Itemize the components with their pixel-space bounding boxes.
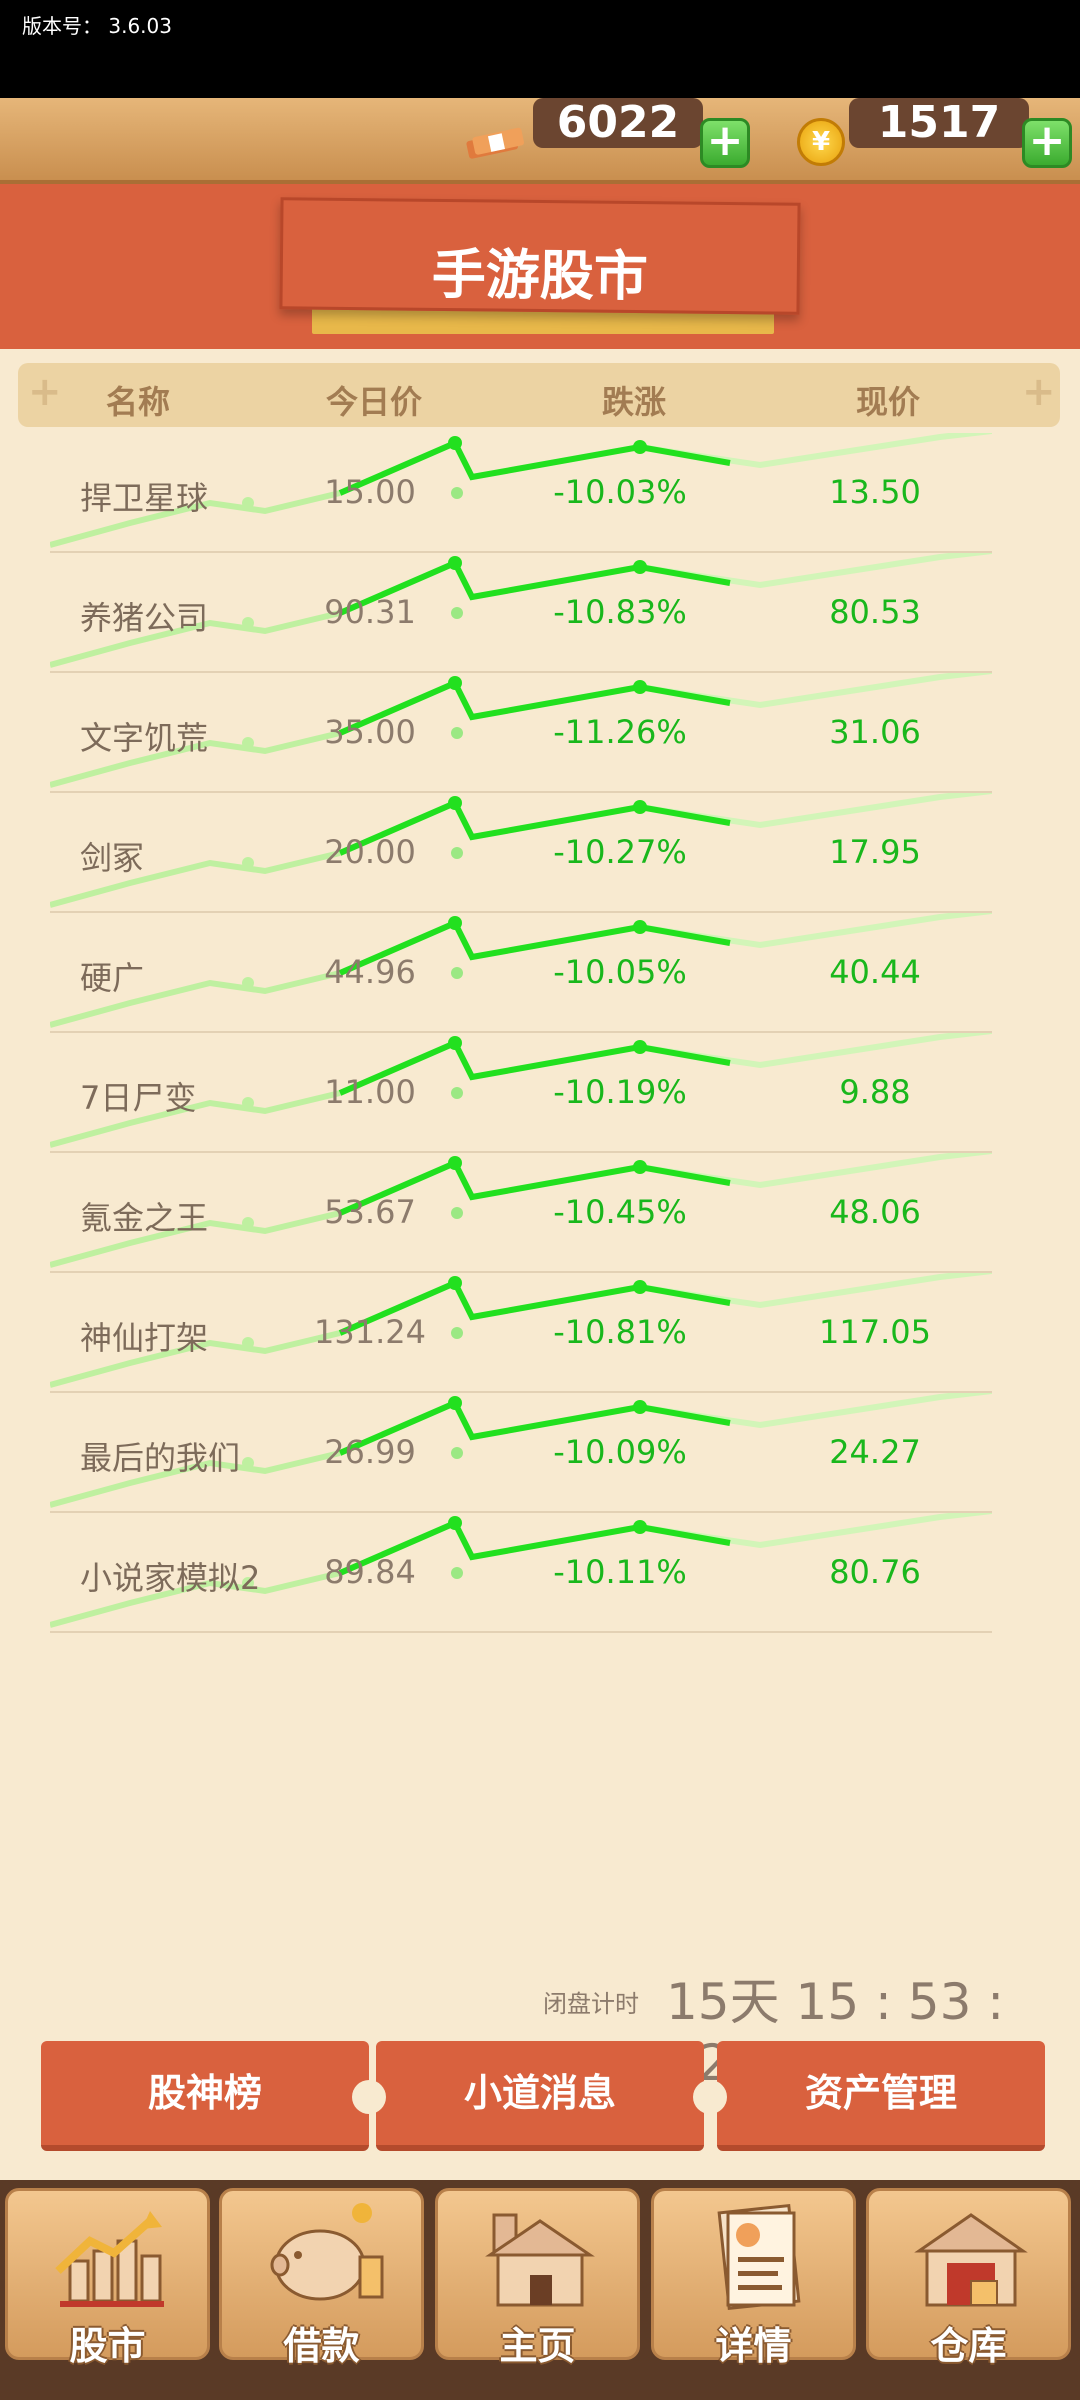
stock-change: -10.81% [553, 1313, 687, 1351]
stock-change: -10.05% [553, 953, 687, 991]
stock-name: 氪金之王 [80, 1199, 209, 1237]
piggy-bank-icon [270, 2203, 384, 2301]
header-name: 名称 [106, 383, 171, 421]
add-coins-button[interactable]: + [1022, 118, 1072, 168]
nav-tab-detail[interactable]: 详情 [651, 2188, 856, 2368]
asset-management-button[interactable]: 资产管理 [717, 2041, 1045, 2151]
stock-change: -10.27% [553, 833, 687, 871]
stock-today-price: 131.24 [314, 1313, 426, 1351]
stock-change: -10.45% [553, 1193, 687, 1231]
stock-current-price: 9.88 [839, 1073, 911, 1111]
cash-stack-icon [466, 127, 524, 159]
coin-icon: ¥ [797, 118, 845, 166]
stock-name: 养猪公司 [80, 599, 209, 637]
stock-change: -11.26% [553, 713, 687, 751]
nav-label-warehouse: 仓库 [930, 2324, 1007, 2368]
stock-today-price: 44.96 [324, 953, 416, 991]
stock-name: 神仙打架 [80, 1319, 209, 1357]
stock-name: 7日尸变 [80, 1079, 197, 1117]
stock-current-price: 31.06 [829, 713, 921, 751]
stock-today-price: 89.84 [324, 1553, 416, 1591]
stock-current-price: 40.44 [829, 953, 921, 991]
stock-row[interactable]: 硬广 44.96 -10.05% 40.44 [50, 913, 992, 1033]
nav-label-loan: 借款 [283, 2324, 360, 2368]
bottom-nav: 股市 借款 主页 详情 仓库 [0, 2180, 1080, 2400]
header-change: 跌涨 [602, 383, 667, 421]
stock-current-price: 80.53 [829, 593, 921, 631]
stock-change: -10.11% [553, 1553, 687, 1591]
currency-bar: 6022 + ¥ 1517 + [0, 98, 1080, 184]
stock-row[interactable]: 7日尸变 11.00 -10.19% 9.88 [50, 1033, 992, 1153]
title-board: 手游股市 [279, 197, 801, 315]
add-cash-button[interactable]: + [700, 118, 750, 168]
cash-amount: 6022 [533, 98, 703, 148]
stock-name: 小说家模拟2 [80, 1559, 261, 1597]
stock-row[interactable]: 养猪公司 90.31 -10.83% 80.53 [50, 553, 992, 673]
version-label: 版本号： 3.6.03 [22, 14, 172, 38]
home-icon [485, 2213, 595, 2307]
nav-label-detail: 详情 [715, 2324, 792, 2368]
stock-name: 文字饥荒 [80, 719, 209, 757]
nav-tab-home[interactable]: 主页 [435, 2188, 640, 2368]
stock-row[interactable]: 捍卫星球 15.00 -10.03% 13.50 [50, 433, 992, 553]
stock-today-price: 11.00 [324, 1073, 416, 1111]
stock-row[interactable]: 氪金之王 53.67 -10.45% 48.06 [50, 1153, 992, 1273]
plus-deco-icon: + [1022, 369, 1056, 415]
stock-change: -10.83% [553, 593, 687, 631]
title-banner: 手游股市 [0, 184, 1080, 349]
stock-row[interactable]: 最后的我们 26.99 -10.09% 24.27 [50, 1393, 992, 1513]
coin-amount: 1517 [849, 98, 1029, 148]
stock-today-price: 53.67 [324, 1193, 416, 1231]
stock-current-price: 13.50 [829, 473, 921, 511]
stock-table-header: + 名称 今日价 跌涨 现价 + [18, 363, 1060, 427]
stock-current-price: 48.06 [829, 1193, 921, 1231]
nav-tab-loan[interactable]: 借款 [219, 2188, 424, 2368]
header-current-price: 现价 [856, 383, 921, 421]
stock-current-price: 17.95 [829, 833, 921, 871]
stock-today-price: 20.00 [324, 833, 416, 871]
close-timer-label: 闭盘计时 [543, 1990, 639, 2018]
stock-today-price: 90.31 [324, 593, 416, 631]
stock-name: 最后的我们 [80, 1439, 241, 1477]
stock-name: 剑冢 [80, 839, 145, 877]
nav-tab-stock[interactable]: 股市 [5, 2188, 210, 2368]
news-button[interactable]: 小道消息 [376, 2041, 704, 2151]
button-connector [693, 2080, 727, 2114]
leaderboard-button[interactable]: 股神榜 [41, 2041, 369, 2151]
stock-row[interactable]: 剑冢 20.00 -10.27% 17.95 [50, 793, 992, 913]
stock-row[interactable]: 神仙打架 131.24 -10.81% 117.05 [50, 1273, 992, 1393]
nav-tab-warehouse[interactable]: 仓库 [866, 2188, 1071, 2368]
status-bar: 版本号： 3.6.03 [0, 0, 1080, 98]
stock-name: 捍卫星球 [80, 479, 209, 517]
stock-name: 硬广 [80, 959, 145, 997]
button-connector [352, 2080, 386, 2114]
page-title: 手游股市 [431, 242, 649, 309]
plus-deco-icon: + [28, 369, 62, 415]
stock-current-price: 117.05 [819, 1313, 931, 1351]
stock-current-price: 80.76 [829, 1553, 921, 1591]
nav-label-home: 主页 [499, 2324, 576, 2368]
nav-label-stock: 股市 [69, 2324, 146, 2368]
stock-change: -10.09% [553, 1433, 687, 1471]
stock-today-price: 35.00 [324, 713, 416, 751]
resume-document-icon [717, 2203, 801, 2311]
stock-change: -10.19% [553, 1073, 687, 1111]
stock-current-price: 24.27 [829, 1433, 921, 1471]
stock-today-price: 26.99 [324, 1433, 416, 1471]
header-today-price: 今日价 [326, 383, 423, 421]
stock-change: -10.03% [553, 473, 687, 511]
stock-row[interactable]: 小说家模拟2 89.84 -10.11% 80.76 [50, 1513, 992, 1633]
stock-chart-icon [55, 2211, 164, 2307]
stock-row[interactable]: 文字饥荒 35.00 -11.26% 31.06 [50, 673, 992, 793]
stock-today-price: 15.00 [324, 473, 416, 511]
warehouse-icon [914, 2213, 1028, 2307]
